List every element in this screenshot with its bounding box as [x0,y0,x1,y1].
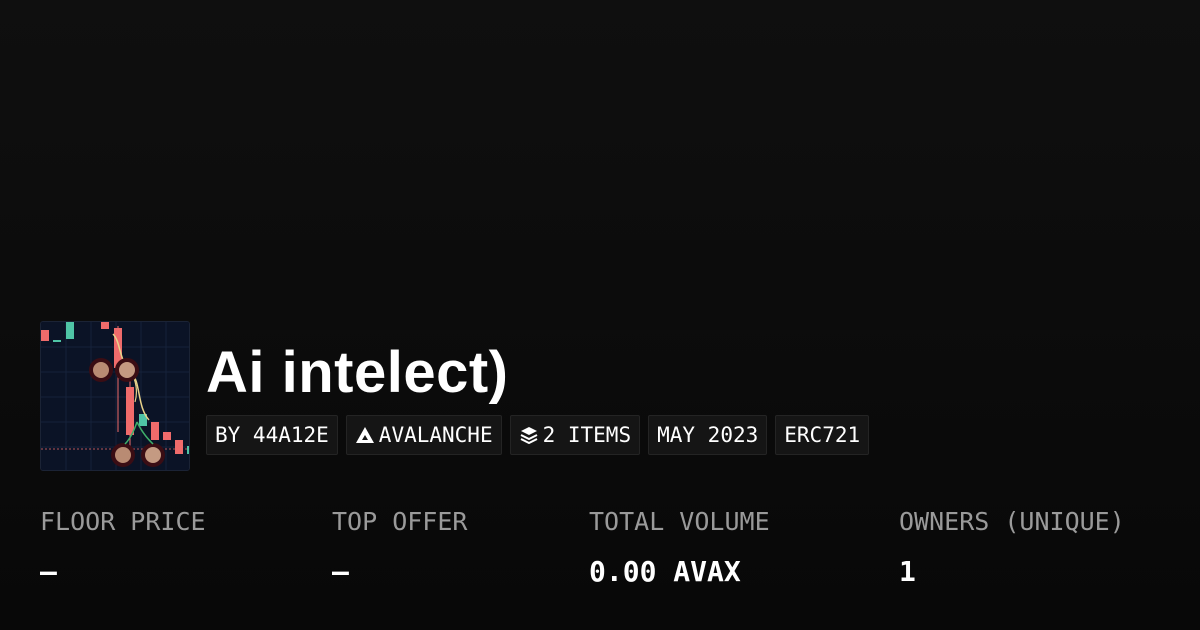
collection-thumbnail [40,321,190,471]
creator-tag[interactable]: BY 44A12E [206,415,338,455]
standard-tag: ERC721 [775,415,870,455]
candlestick-chart-image [41,322,189,470]
avalanche-logo-icon [355,425,375,445]
owners-value: 1 [899,555,916,588]
collection-title: Ai intelect) [206,340,509,405]
total-volume-value: 0.00 AVAX [589,555,741,588]
date-tag-label: MAY 2023 [657,423,759,447]
top-offer-label: TOP OFFER [332,507,468,536]
chain-tag[interactable]: AVALANCHE [345,415,502,455]
collection-tags: BY 44A12E AVALANCHE 2 ITEMS MAY 2023 ERC… [206,415,870,455]
floor-price-label: FLOOR PRICE [40,507,206,536]
owners-stat: OWNERS (UNIQUE) 1 [899,505,1125,589]
top-offer-stat: TOP OFFER – [332,505,467,589]
floor-price-value: – [40,555,57,588]
top-offer-value: – [332,555,349,588]
owners-label: OWNERS (UNIQUE) [899,507,1125,536]
creator-tag-label: BY 44A12E [215,423,329,447]
total-volume-label: TOTAL VOLUME [589,507,770,536]
total-volume-stat: TOTAL VOLUME 0.00 AVAX [589,505,770,589]
items-tag-label: 2 ITEMS [542,423,632,447]
date-tag: MAY 2023 [648,415,768,455]
standard-tag-label: ERC721 [784,423,861,447]
floor-price-stat: FLOOR PRICE – [40,505,206,589]
items-tag[interactable]: 2 ITEMS [509,415,641,455]
chain-tag-label: AVALANCHE [378,423,493,447]
layers-icon [519,425,539,445]
